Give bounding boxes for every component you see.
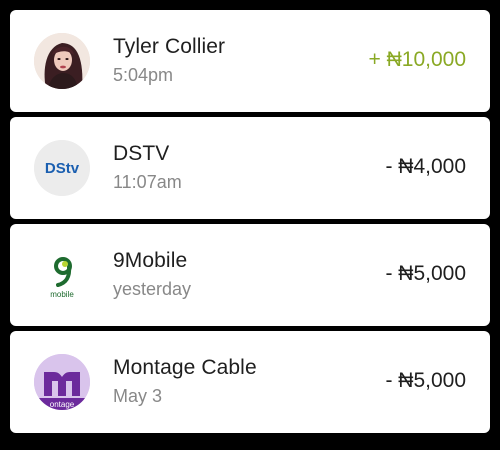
svg-text:DStv: DStv	[45, 160, 80, 177]
montage-logo-icon: ontage	[34, 354, 90, 410]
transaction-name: Montage Cable	[113, 356, 257, 379]
9mobile-logo-icon: mobile	[34, 247, 90, 303]
transaction-name: 9Mobile	[113, 249, 188, 272]
avatar: ontage	[34, 354, 90, 410]
transaction-amount: - ₦4,000	[385, 155, 466, 178]
transaction-time: 5:04pm	[113, 65, 174, 85]
transaction-time: 11:07am	[113, 172, 182, 192]
transaction-name: Tyler Collier	[113, 35, 226, 58]
transaction-item-9mobile[interactable]: mobile 9Mobile yesterday - ₦5,000	[10, 224, 490, 326]
transaction-amount: - ₦5,000	[385, 369, 466, 392]
transaction-item-tyler-collier[interactable]: Tyler Collier 5:04pm + ₦10,000	[10, 10, 490, 112]
dstv-logo-icon: DStv	[34, 140, 90, 196]
transaction-amount: + ₦10,000	[368, 48, 467, 71]
transaction-time: May 3	[113, 386, 163, 406]
avatar: mobile	[34, 247, 90, 303]
person-photo-icon	[34, 33, 90, 89]
transaction-time: yesterday	[113, 279, 192, 299]
avatar	[34, 33, 90, 89]
transaction-amount: - ₦5,000	[385, 262, 466, 285]
transaction-item-dstv[interactable]: DStv DSTV 11:07am - ₦4,000	[10, 117, 490, 219]
svg-text:mobile: mobile	[50, 290, 74, 299]
transaction-list: Tyler Collier 5:04pm + ₦10,000 DStv DSTV…	[10, 10, 490, 438]
svg-text:ontage: ontage	[50, 400, 75, 409]
avatar: DStv	[34, 140, 90, 196]
transaction-name: DSTV	[113, 142, 170, 165]
transaction-item-montage-cable[interactable]: ontage Montage Cable May 3 - ₦5,000	[10, 331, 490, 433]
